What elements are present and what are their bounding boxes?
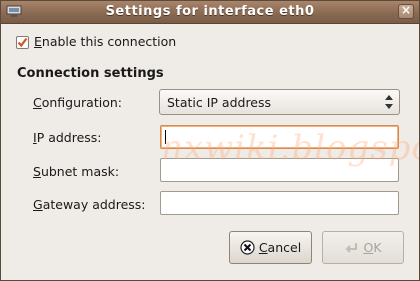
dialog-window: Settings for interface eth0 × Enable thi… (0, 0, 420, 281)
cancel-icon (240, 240, 255, 255)
up-down-arrows-icon (385, 95, 393, 109)
checkmark-icon (17, 37, 28, 48)
ok-icon (346, 243, 358, 253)
gateway-address-input[interactable] (160, 191, 399, 215)
ok-button[interactable]: OK (322, 231, 404, 264)
label-text: ubnet mask: (40, 164, 120, 179)
ip-address-label: IP address: (33, 130, 102, 145)
mnemonic: C (33, 95, 42, 110)
button-label: ancel (267, 240, 302, 255)
close-icon: × (400, 3, 412, 17)
ip-address-input[interactable] (160, 125, 399, 149)
enable-connection-label[interactable]: Enable this connection (34, 34, 176, 49)
cancel-button[interactable]: Cancel (229, 231, 312, 264)
mnemonic: C (258, 240, 268, 255)
mnemonic: E (34, 34, 42, 49)
configuration-value: Static IP address (167, 95, 272, 110)
label-text: nable this connection (41, 34, 177, 49)
configuration-label: Configuration: (33, 95, 122, 110)
label-text: ateway address: (42, 197, 146, 212)
title-bar[interactable]: Settings for interface eth0 × (1, 1, 419, 24)
text-caret (165, 130, 166, 144)
subnet-mask-label: Subnet mask: (33, 164, 119, 179)
enable-connection-checkbox[interactable] (16, 36, 29, 49)
mnemonic: O (363, 240, 374, 255)
configuration-select[interactable]: Static IP address (159, 89, 400, 115)
window-title: Settings for interface eth0 (105, 4, 315, 19)
label-text: onfiguration: (41, 95, 122, 110)
mnemonic: G (33, 197, 43, 212)
gateway-address-label: Gateway address: (33, 197, 146, 212)
close-button[interactable]: × (398, 3, 414, 19)
subnet-mask-input[interactable] (160, 158, 399, 182)
mnemonic: S (33, 164, 41, 179)
button-label: K (373, 240, 382, 255)
section-title: Connection settings (17, 66, 164, 81)
label-text: P address: (36, 130, 102, 145)
